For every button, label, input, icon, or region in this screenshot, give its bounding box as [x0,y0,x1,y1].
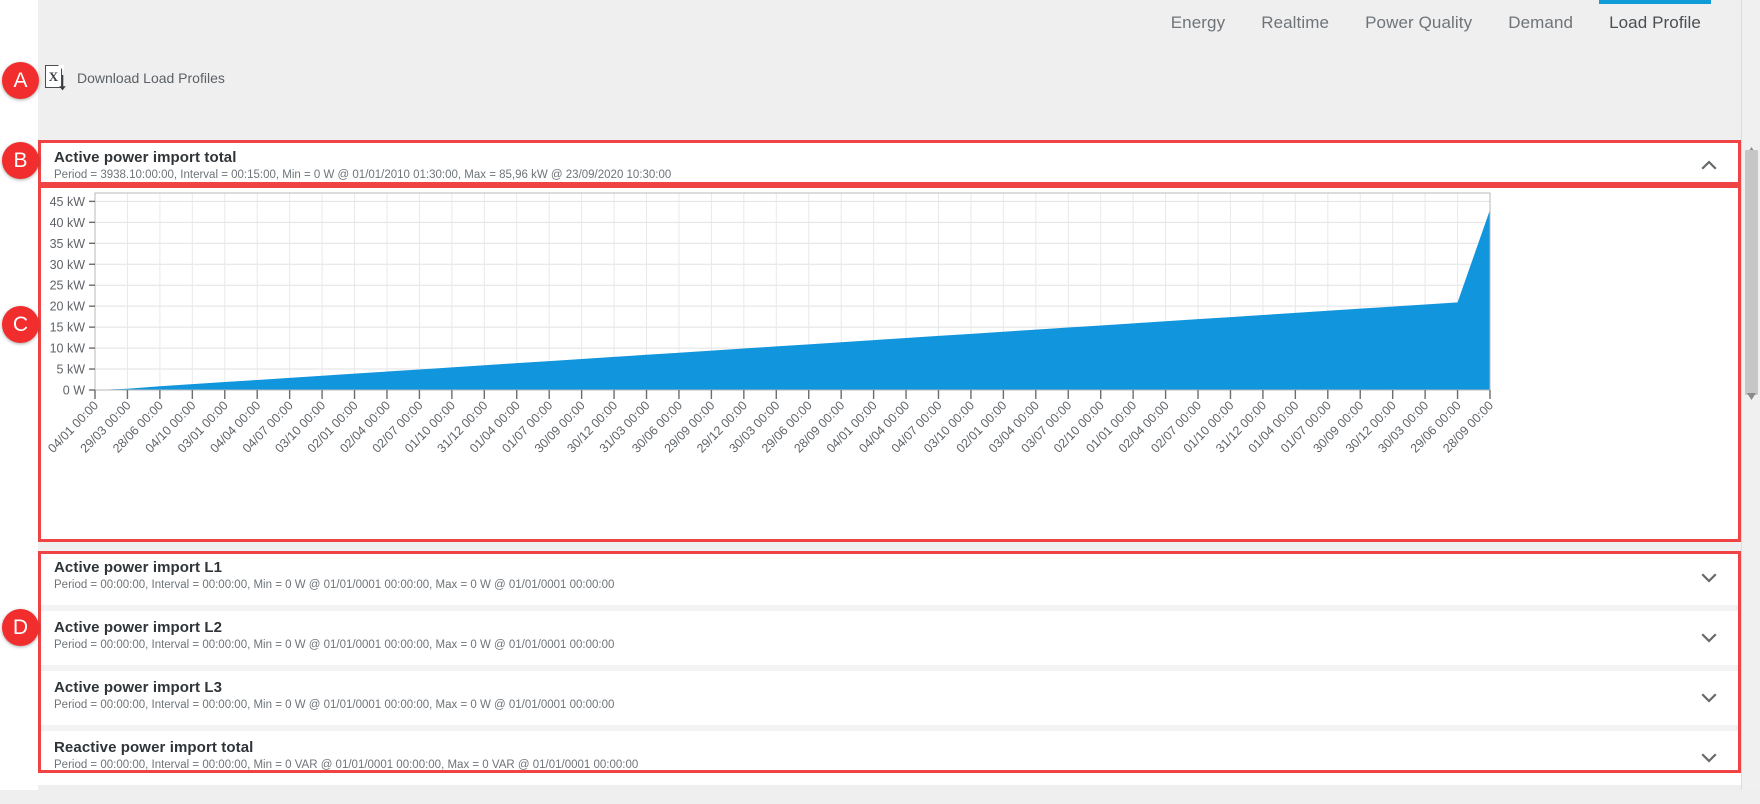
annotation-badge-c: C [2,306,39,343]
y-tick-label: 5 kW [57,363,86,377]
annotation-badge-d: D [2,609,39,646]
channel-stats: Period = 00:00:00, Interval = 00:00:00, … [54,578,1681,593]
load-profile-chart-svg: 0 W 5 kW 10 kW 15 kW 20 kW 25 kW 30 kW 35 kW 40 … [38,186,1741,542]
chart-y-tick-labels: 0 W 5 kW 10 kW 15 kW 20 kW 25 kW 30 kW 35 kW 40 … [50,195,86,398]
y-tick-label: 15 kW [50,321,86,335]
scrollbar-thumb[interactable] [1745,150,1758,395]
y-tick-label: 20 kW [50,300,86,314]
chevron-down-icon[interactable] [1701,632,1717,644]
bottom-strip [0,790,1760,804]
y-tick-label: 0 W [63,384,85,398]
y-tick-label: 45 kW [50,195,86,209]
tab-realtime[interactable]: Realtime [1243,0,1347,45]
y-tick-label: 35 kW [50,237,86,251]
tab-demand[interactable]: Demand [1490,0,1591,45]
expanded-channel-header[interactable]: Active power import total Period = 3938.… [38,140,1741,190]
channel-row-reactive-total[interactable]: Reactive power import total Period = 00:… [38,731,1741,785]
download-load-profiles-label: Download Load Profiles [77,70,225,86]
channel-row-active-l2[interactable]: Active power import L2 Period = 00:00:00… [38,611,1741,665]
chart-area-series [95,210,1490,390]
load-profile-chart: 0 W 5 kW 10 kW 15 kW 20 kW 25 kW 30 kW 35 kW 40 … [38,186,1741,542]
y-tick-label: 40 kW [50,216,86,230]
annotation-badge-b: B [2,142,39,179]
y-tick-label: 25 kW [50,279,86,293]
download-load-profiles-button[interactable]: X Download Load Profiles [45,62,225,94]
channel-title: Active power import L3 [54,678,1681,697]
collapsed-channel-list: Active power import L1 Period = 00:00:00… [38,551,1741,773]
y-tick-label: 10 kW [50,342,86,356]
channel-title: Active power import L2 [54,618,1681,637]
tab-energy[interactable]: Energy [1153,0,1243,45]
channel-title: Active power import total [54,148,1681,167]
chart-x-tick-labels: 04/01 00:0029/03 00:0028/06 00:0004/10 0… [45,398,1496,455]
chevron-down-icon[interactable] [1701,692,1717,704]
main-navigation: Energy Realtime Power Quality Demand Loa… [38,0,1741,42]
channel-title: Active power import L1 [54,558,1681,577]
channel-stats: Period = 00:00:00, Interval = 00:00:00, … [54,758,1681,773]
chevron-up-icon[interactable] [1701,159,1717,171]
tab-power-quality[interactable]: Power Quality [1347,0,1490,45]
chevron-down-icon[interactable] [1701,572,1717,584]
channel-stats: Period = 00:00:00, Interval = 00:00:00, … [54,698,1681,713]
annotation-badge-a: A [2,62,39,99]
scroll-down-arrow-icon[interactable] [1746,392,1757,401]
vertical-scrollbar[interactable] [1741,0,1760,804]
channel-stats: Period = 00:00:00, Interval = 00:00:00, … [54,638,1681,653]
channel-row-active-l1[interactable]: Active power import L1 Period = 00:00:00… [38,551,1741,605]
load-profile-page: Energy Realtime Power Quality Demand Loa… [0,0,1760,804]
channel-row-active-l3[interactable]: Active power import L3 Period = 00:00:00… [38,671,1741,725]
y-tick-label: 30 kW [50,258,86,272]
left-gutter [0,0,38,804]
channel-stats: Period = 3938.10:00:00, Interval = 00:15… [54,168,1681,183]
download-arrow-icon [58,73,67,92]
channel-title: Reactive power import total [54,738,1681,757]
excel-download-icon: X [45,65,68,92]
chevron-down-icon[interactable] [1701,752,1717,764]
tab-load-profile[interactable]: Load Profile [1591,0,1719,45]
